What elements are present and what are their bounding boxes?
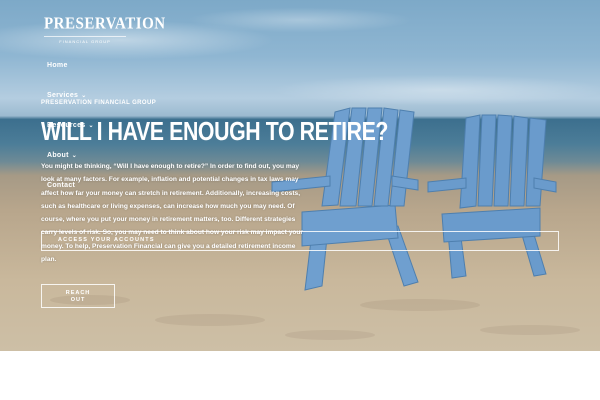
logo-tagline: FINANCIAL GROUP (44, 36, 126, 44)
reach-out-button[interactable]: REACH OUT (41, 284, 115, 308)
brand-logo[interactable]: PRESERVATION FINANCIAL GROUP (44, 14, 166, 44)
reach-out-label-line2: OUT (70, 297, 86, 303)
page-footer-area (0, 351, 600, 400)
nav-about[interactable]: About ⌄ (47, 152, 77, 159)
nav-services[interactable]: Services ⌄ (47, 92, 87, 99)
page-title: WILL I HAVE ENOUGH TO RETIRE? (41, 116, 389, 146)
nav-home[interactable]: Home (47, 62, 68, 69)
nav-services-label: Services (47, 92, 79, 99)
hero-section: PRESERVATION FINANCIAL GROUP Home Servic… (0, 0, 600, 351)
hero-eyebrow: PRESERVATION FINANCIAL GROUP (41, 100, 157, 106)
sand-texture (50, 295, 580, 340)
reach-out-label-line1: REACH (65, 290, 91, 296)
nav-about-label: About (47, 152, 69, 159)
chevron-down-icon: ⌄ (81, 93, 87, 99)
chair-right (427, 114, 557, 279)
logo-wordmark: PRESERVATION (44, 14, 166, 34)
access-accounts-button[interactable]: ACCESS YOUR ACCOUNTS (41, 231, 559, 251)
chevron-down-icon: ⌄ (71, 153, 78, 159)
nav-home-label: Home (47, 62, 68, 69)
access-accounts-label: ACCESS YOUR ACCOUNTS (58, 237, 155, 243)
